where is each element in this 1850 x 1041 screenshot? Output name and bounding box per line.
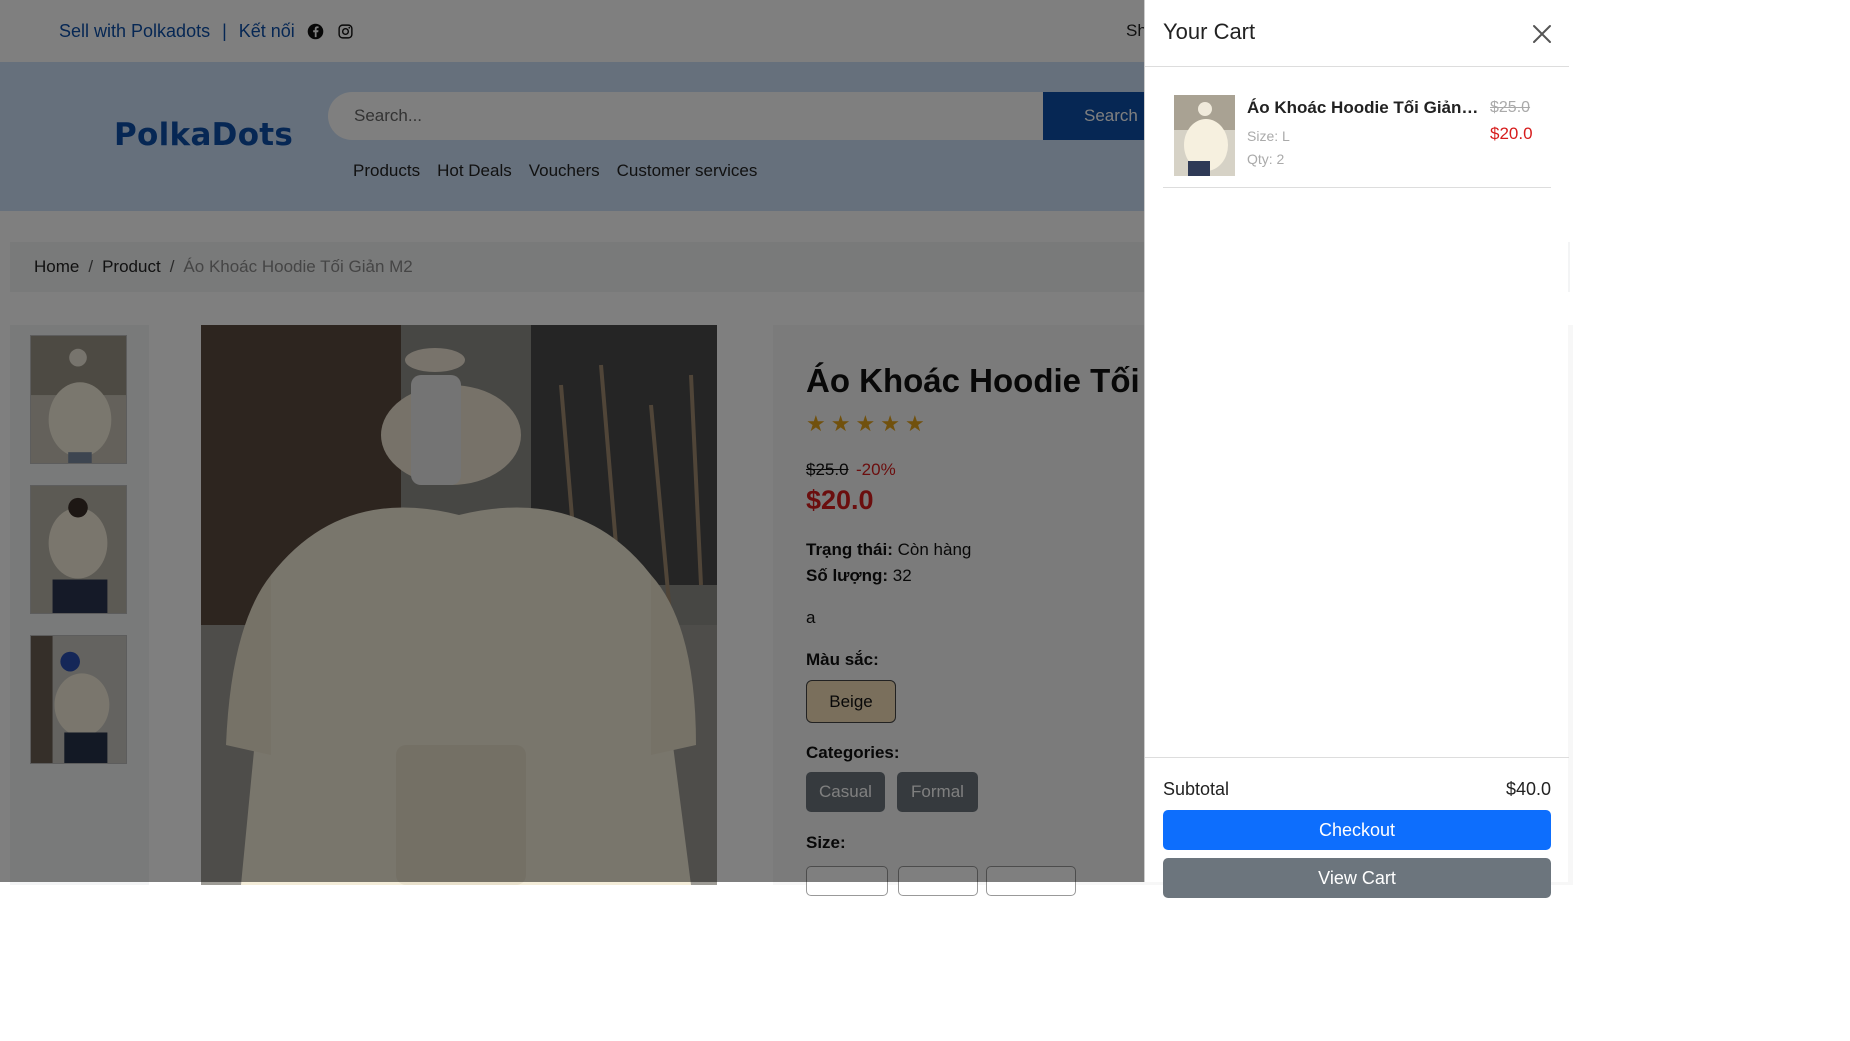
close-icon[interactable]: [1530, 22, 1554, 46]
subtotal-value: $40.0: [1505, 779, 1551, 799]
cart-title: Your Cart: [1163, 19, 1256, 44]
cart-item: Áo Khoác Hoodie Tối Giản M2 Size: L Qty:…: [1163, 80, 1551, 188]
cart-drawer: Your Cart Áo Khoác Hoodie Tối Giản M2 Si…: [1144, 0, 1569, 898]
cart-header: Your Cart: [1145, 0, 1569, 67]
cart-item-qty: Qty: 2: [1247, 151, 1285, 167]
cart-item-old-price: $25.0: [1490, 99, 1531, 116]
cart-footer: Subtotal $40.0 Checkout View Cart: [1145, 757, 1569, 898]
cart-item-image[interactable]: [1174, 95, 1235, 176]
checkout-button[interactable]: Checkout: [1163, 810, 1551, 850]
cart-item-name[interactable]: Áo Khoác Hoodie Tối Giản M2: [1247, 98, 1479, 118]
cart-item-price: $20.0: [1490, 124, 1533, 143]
view-cart-button[interactable]: View Cart: [1163, 858, 1551, 898]
cart-item-size: Size: L: [1247, 128, 1290, 144]
subtotal-label: Subtotal: [1163, 779, 1230, 799]
